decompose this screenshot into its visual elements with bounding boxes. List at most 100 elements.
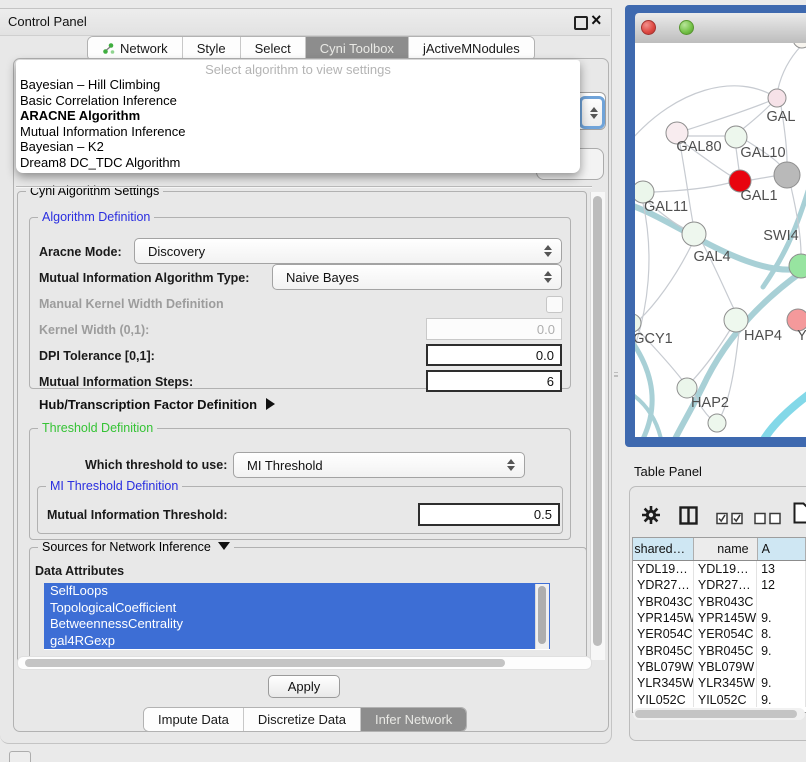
table-row[interactable]: YER054CYER054C8. bbox=[633, 626, 806, 642]
table-cell: 9. bbox=[757, 642, 806, 658]
gear-icon[interactable] bbox=[641, 505, 661, 530]
algorithm-option[interactable]: Bayesian – Hill Climbing bbox=[20, 77, 576, 93]
table-row[interactable]: YBR045CYBR045C9. bbox=[633, 642, 806, 658]
manual-kernel-label: Manual Kernel Width Definition bbox=[39, 297, 224, 311]
tab-network[interactable]: Network bbox=[88, 37, 183, 60]
table-cell: YER054C bbox=[633, 626, 694, 642]
algorithm-option[interactable]: Bayesian – K2 bbox=[20, 139, 576, 155]
column-header-name[interactable]: name bbox=[694, 538, 757, 560]
attributes-vertical-scrollbar[interactable] bbox=[535, 584, 549, 649]
table-cell: YER054C bbox=[694, 626, 757, 642]
mi-threshold-label: Mutual Information Threshold: bbox=[47, 508, 228, 522]
table-cell: YDL19… bbox=[694, 561, 757, 577]
dpi-tolerance-field[interactable]: 0.0 bbox=[426, 344, 562, 366]
table-row[interactable]: YIL052CYIL052C9. bbox=[633, 691, 806, 707]
settings-vertical-scrollbar[interactable] bbox=[590, 192, 605, 660]
mi-algorithm-type-combobox[interactable]: Naive Bayes bbox=[272, 264, 562, 290]
table-row[interactable]: YDR27…YDR27…12 bbox=[633, 577, 806, 593]
table-cell: 13 bbox=[757, 561, 806, 577]
attribute-item[interactable]: SelfLoops bbox=[44, 583, 550, 600]
mi-steps-field[interactable]: 6 bbox=[426, 370, 562, 392]
network-window-titlebar[interactable] bbox=[635, 13, 806, 44]
attribute-item[interactable]: BetweennessCentrality bbox=[44, 616, 550, 633]
table-body: YDL19…YDL19…13YDR27…YDR27…12YBR043CYBR04… bbox=[633, 561, 806, 707]
column-header-A[interactable]: A bbox=[758, 538, 806, 560]
algorithm-option[interactable]: Dream8 DC_TDC Algorithm bbox=[20, 155, 576, 171]
column-browser-icon[interactable] bbox=[679, 506, 698, 530]
apply-button[interactable]: Apply bbox=[268, 675, 340, 698]
network-node-gal4[interactable] bbox=[682, 222, 706, 246]
attribute-item[interactable]: TopologicalCoefficient bbox=[44, 600, 550, 617]
table-row[interactable]: YPR145WYPR145W9. bbox=[633, 610, 806, 626]
aracne-mode-label: Aracne Mode: bbox=[39, 245, 122, 259]
which-threshold-value: MI Threshold bbox=[247, 458, 323, 473]
collapsed-panel-box[interactable] bbox=[9, 751, 31, 762]
settings-scroll-thumb[interactable] bbox=[593, 196, 602, 646]
table-cell: 12 bbox=[757, 577, 806, 593]
attribute-item[interactable]: gal4RGexp bbox=[44, 633, 550, 650]
table-cell: YDR27… bbox=[694, 577, 757, 593]
combobox-arrow-button[interactable] bbox=[579, 96, 605, 129]
network-node[interactable] bbox=[708, 414, 726, 432]
table-cell: YBL079W bbox=[694, 659, 757, 675]
tab-label: Network bbox=[120, 41, 168, 56]
minimize-window-icon[interactable] bbox=[660, 20, 673, 33]
hub-definition-toggle[interactable]: Hub/Transcription Factor Definition bbox=[39, 397, 275, 412]
settings-horizontal-scrollbar[interactable] bbox=[17, 656, 592, 670]
settings-hscroll-thumb[interactable] bbox=[25, 659, 505, 667]
tab-style[interactable]: Style bbox=[183, 37, 241, 60]
table-row[interactable]: YLR345WYLR345W9. bbox=[633, 675, 806, 691]
network-node[interactable] bbox=[793, 43, 806, 48]
select-all-icon[interactable] bbox=[716, 512, 744, 530]
algorithm-option[interactable]: Mutual Information Inference bbox=[20, 124, 576, 140]
algorithm-option[interactable]: Basic Correlation Inference bbox=[20, 93, 576, 109]
attributes-scroll-thumb[interactable] bbox=[538, 586, 546, 644]
which-threshold-combobox[interactable]: MI Threshold bbox=[233, 452, 525, 478]
table-cell: 9. bbox=[757, 691, 806, 707]
deselect-all-icon[interactable] bbox=[754, 512, 782, 530]
mi-threshold-field[interactable]: 0.5 bbox=[418, 503, 560, 526]
data-attributes-list[interactable]: SelfLoopsTopologicalCoefficientBetweenne… bbox=[44, 583, 550, 650]
tab-cyni-toolbox[interactable]: Cyni Toolbox bbox=[306, 37, 409, 60]
table-cell: YPR145W bbox=[694, 610, 757, 626]
close-window-icon[interactable] bbox=[641, 20, 656, 35]
manual-kernel-checkbox[interactable] bbox=[546, 296, 563, 313]
algorithm-definition-title: Algorithm Definition bbox=[38, 210, 154, 224]
table-horizontal-scrollbar[interactable] bbox=[633, 708, 805, 720]
network-canvas[interactable]: GALGAL80GAL10GAL1GAL11GAL4SWI4GCY1HAP4YH… bbox=[635, 43, 806, 437]
table-cell: YPR145W bbox=[633, 610, 694, 626]
algorithm-option[interactable]: ARACNE Algorithm bbox=[20, 108, 576, 124]
document-icon[interactable] bbox=[793, 502, 806, 529]
tab-jactivemnodules[interactable]: jActiveMNodules bbox=[409, 37, 534, 60]
table-cell: YLR345W bbox=[694, 675, 757, 691]
tab-label: jActiveMNodules bbox=[423, 41, 520, 56]
column-header-shared[interactable]: shared… bbox=[633, 538, 694, 560]
table-cell: 8. bbox=[757, 626, 806, 642]
sources-toggle[interactable]: Sources for Network Inference bbox=[38, 540, 234, 554]
node-label: HAP4 bbox=[744, 328, 782, 344]
table-row[interactable]: YDL19…YDL19…13 bbox=[633, 561, 806, 577]
network-node-gal[interactable] bbox=[768, 89, 786, 107]
float-panel-icon[interactable] bbox=[574, 16, 588, 30]
mi-type-value: Naive Bayes bbox=[286, 270, 359, 285]
mi-steps-label: Mutual Information Steps: bbox=[39, 375, 193, 389]
up-arrow-icon bbox=[544, 271, 552, 276]
splitter-handle[interactable] bbox=[613, 368, 619, 380]
close-panel-icon[interactable]: × bbox=[591, 10, 602, 31]
tab-select[interactable]: Select bbox=[241, 37, 306, 60]
node-table[interactable]: shared…nameA YDL19…YDL19…13YDR27…YDR27…1… bbox=[632, 537, 806, 713]
zoom-window-icon[interactable] bbox=[679, 20, 694, 35]
tab-label: Discretize Data bbox=[258, 712, 346, 727]
network-node[interactable] bbox=[774, 162, 800, 188]
network-node-swi4[interactable] bbox=[789, 254, 806, 278]
tab-infer-network[interactable]: Infer Network bbox=[361, 708, 466, 731]
table-row[interactable]: YBL079WYBL079W bbox=[633, 659, 806, 675]
tab-label: Cyni Toolbox bbox=[320, 41, 394, 56]
table-row[interactable]: YBR043CYBR043C bbox=[633, 594, 806, 610]
table-hscroll-thumb[interactable] bbox=[635, 710, 797, 718]
down-arrow-icon bbox=[544, 278, 552, 283]
tab-impute-data[interactable]: Impute Data bbox=[144, 708, 244, 731]
hub-definition-label: Hub/Transcription Factor Definition bbox=[39, 397, 257, 412]
tab-discretize-data[interactable]: Discretize Data bbox=[244, 708, 361, 731]
aracne-mode-combobox[interactable]: Discovery bbox=[134, 238, 562, 264]
